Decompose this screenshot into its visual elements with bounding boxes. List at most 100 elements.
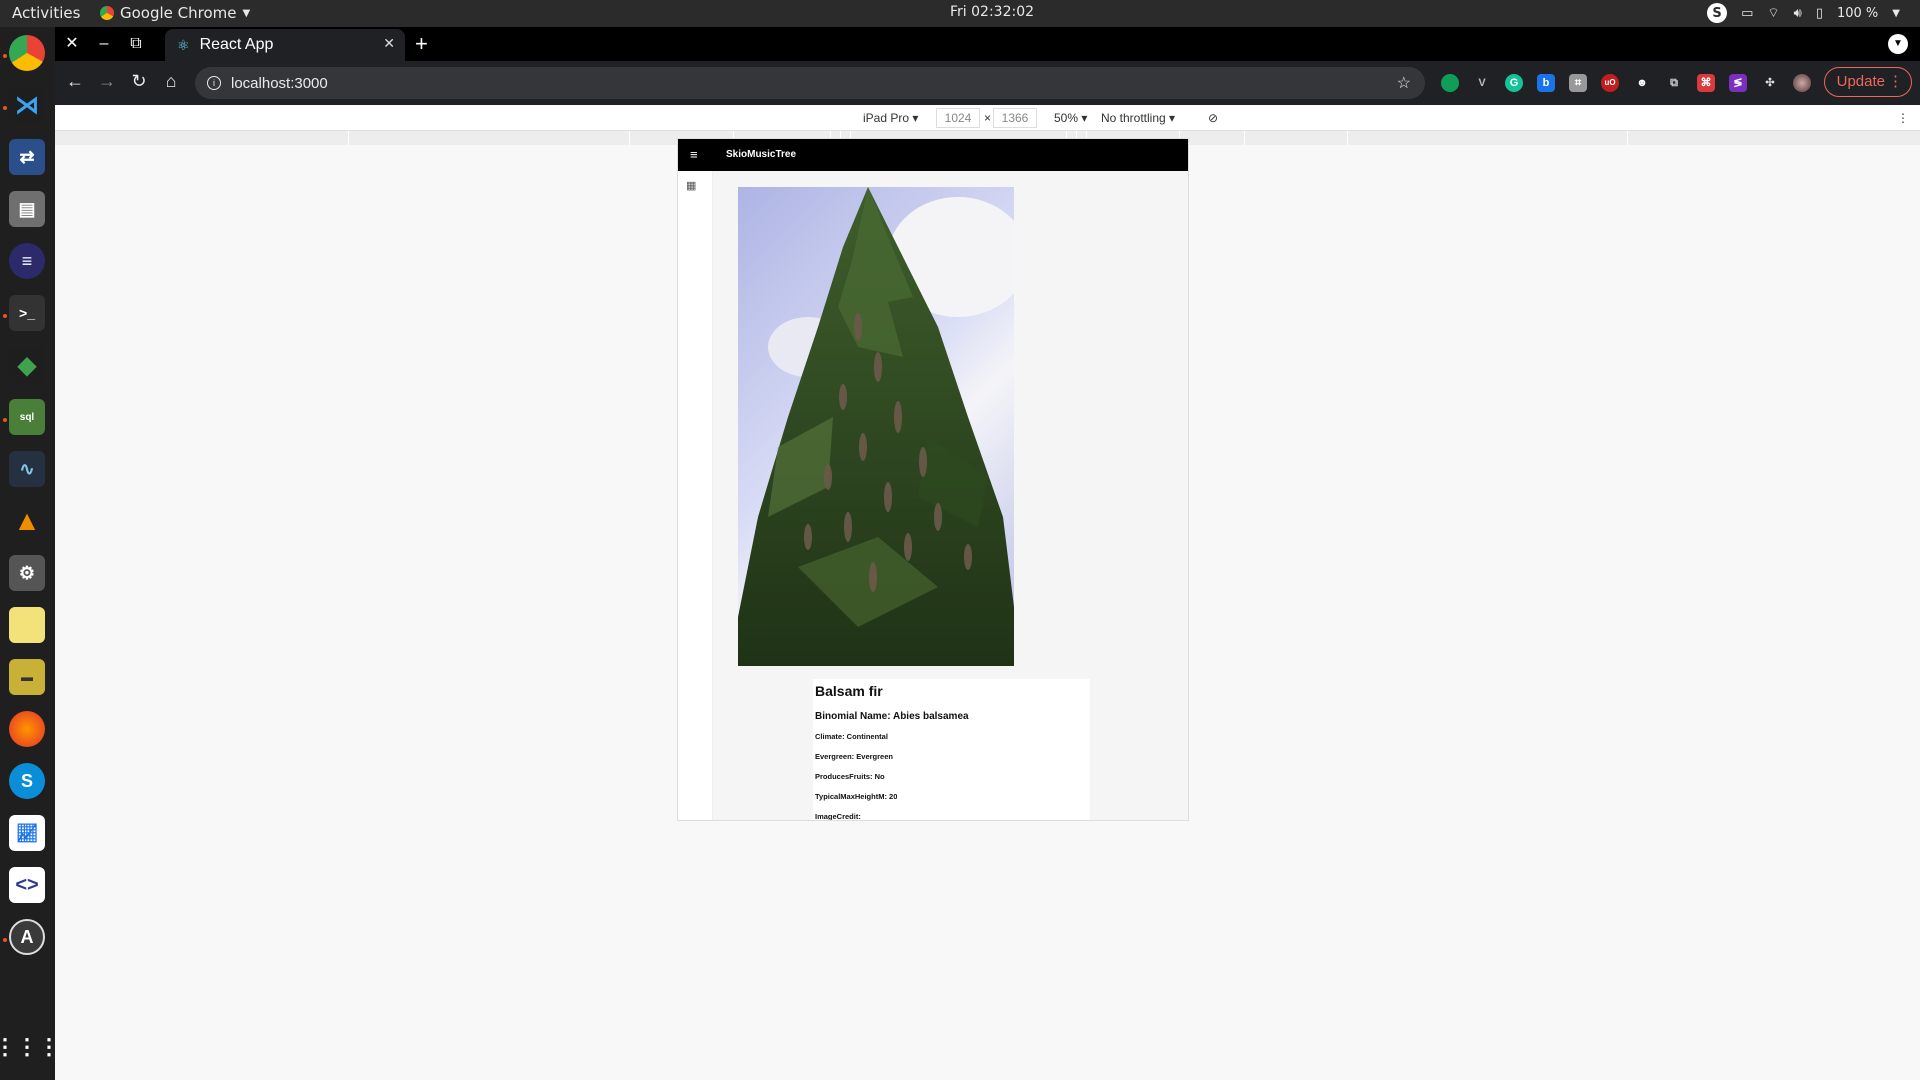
- new-tab-button[interactable]: +: [415, 31, 428, 57]
- settings-launcher-icon[interactable]: ⚙: [9, 555, 45, 591]
- width-input[interactable]: 1024: [936, 108, 980, 128]
- dimension-x-icon: ×: [984, 111, 992, 125]
- tree-produces-fruits: ProducesFruits: No: [815, 772, 885, 781]
- software-updater-launcher-icon[interactable]: A: [9, 919, 45, 955]
- tree-max-height: TypicalMaxHeightM: 20: [815, 792, 898, 801]
- dashboard-icon[interactable]: ▦: [686, 179, 696, 192]
- terminal-launcher-icon[interactable]: >_: [9, 295, 45, 331]
- profile-avatar[interactable]: [1793, 74, 1811, 92]
- zoom-label: 50%: [1054, 111, 1079, 125]
- files-launcher-icon[interactable]: ▤: [9, 191, 45, 227]
- grammarly-icon[interactable]: G: [1505, 74, 1523, 92]
- device-select[interactable]: iPad Pro ▾: [863, 111, 918, 125]
- ruler-segment: [348, 131, 349, 145]
- more-options-icon[interactable]: ⋮: [1897, 111, 1909, 125]
- device-viewport: ≡ SkioMusicTree ▦ Balsam fir Binomial Na…: [677, 138, 1189, 821]
- react-favicon-icon: ⚛: [177, 36, 190, 53]
- tab-strip: ✕ – ⧉ ⚛ React App ✕ + ▼: [55, 27, 1920, 61]
- tab-react-app[interactable]: ⚛ React App ✕: [165, 29, 405, 61]
- update-button[interactable]: Update ⋮: [1823, 67, 1912, 97]
- eclipse-launcher-icon[interactable]: ≡: [9, 243, 45, 279]
- tree-evergreen: Evergreen: Evergreen: [815, 752, 893, 761]
- extension-vue-icon[interactable]: V: [1473, 74, 1491, 92]
- volume-icon: 🔊︎: [1793, 5, 1802, 21]
- extension-reddit-icon[interactable]: ☻: [1633, 74, 1651, 92]
- address-bar[interactable]: i localhost:3000 ☆: [195, 67, 1425, 99]
- extension-blue-icon[interactable]: b: [1537, 74, 1555, 92]
- network-tool-launcher-icon[interactable]: ⇄: [9, 139, 45, 175]
- running-indicator: [3, 54, 7, 58]
- side-drawer: ▦: [678, 171, 713, 820]
- tab-search-icon[interactable]: ▼: [1888, 34, 1908, 54]
- chevron-down-icon: ▼: [242, 7, 251, 19]
- app-grid-icon[interactable]: ⋮⋮⋮: [0, 1029, 60, 1065]
- back-icon[interactable]: ←: [63, 71, 87, 92]
- system-tray[interactable]: S ▭ ⌔ 🔊︎ ▯ 100 % ▼: [1707, 3, 1900, 23]
- zoom-select[interactable]: 50% ▾: [1054, 111, 1087, 125]
- tree-info-card: Balsam fir Binomial Name: Abies balsamea…: [813, 679, 1090, 821]
- extension-grey-icon[interactable]: ⌗: [1569, 74, 1587, 92]
- app-menu[interactable]: Google Chrome ▼: [100, 4, 250, 22]
- device-label: iPad Pro: [863, 111, 910, 125]
- system-top-bar: Activities Google Chrome ▼ Fri 02:32:02 …: [0, 0, 1920, 27]
- extension-purple-icon[interactable]: ≶: [1729, 74, 1747, 92]
- home-icon[interactable]: ⌂: [159, 71, 183, 92]
- chevron-down-icon: ▼: [1892, 7, 1900, 19]
- firefox-launcher-icon[interactable]: [9, 711, 45, 747]
- skype-tray-icon[interactable]: S: [1707, 3, 1728, 23]
- notes-launcher-icon[interactable]: [9, 607, 45, 643]
- running-indicator: [3, 938, 7, 942]
- app-title: SkioMusicTree: [726, 149, 797, 160]
- extension-green-icon[interactable]: [1441, 74, 1459, 92]
- forward-icon[interactable]: →: [95, 71, 119, 92]
- site-info-icon[interactable]: i: [207, 76, 221, 90]
- update-label: Update: [1836, 73, 1885, 90]
- mongodb-launcher-icon[interactable]: ◆: [9, 347, 45, 383]
- ruler-segment: [1347, 131, 1348, 145]
- sqlite-launcher-icon[interactable]: sql: [9, 399, 45, 435]
- extension-red-icon[interactable]: ⌘: [1697, 74, 1715, 92]
- skype-launcher-icon[interactable]: S: [9, 763, 45, 799]
- close-window-icon[interactable]: ✕: [61, 33, 83, 55]
- reload-icon[interactable]: ↻: [127, 71, 151, 92]
- running-indicator: [3, 418, 7, 422]
- hamburger-menu-icon[interactable]: ≡: [690, 147, 698, 162]
- system-monitor-launcher-icon[interactable]: ∿: [9, 451, 45, 487]
- extensions-puzzle-icon[interactable]: ✣: [1761, 74, 1779, 92]
- throttling-select[interactable]: No throttling ▾: [1101, 111, 1175, 125]
- activities-button[interactable]: Activities: [12, 4, 80, 22]
- ruler-launcher-icon[interactable]: ▬: [9, 659, 45, 695]
- chrome-launcher-icon[interactable]: [9, 35, 45, 71]
- running-indicator: [3, 314, 7, 318]
- app-menu-label: Google Chrome: [120, 4, 237, 22]
- battery-percent: 100 %: [1836, 5, 1879, 21]
- code-editor-launcher-icon[interactable]: <>: [9, 867, 45, 903]
- minimize-window-icon[interactable]: –: [93, 33, 115, 55]
- bookmark-star-icon[interactable]: ☆: [1397, 73, 1411, 93]
- wifi-icon: ⌔: [1767, 6, 1780, 21]
- dock: ⋊ ⇄ ▤ ≡ >_ ◆ sql ∿ ▲ ⚙ ▬ S 📈︎ <> A ⋮⋮⋮: [0, 27, 60, 1080]
- chrome-icon: [100, 6, 114, 20]
- clock[interactable]: Fri 02:32:02: [950, 4, 1034, 20]
- restore-window-icon[interactable]: ⧉: [125, 33, 147, 55]
- tab-title: React App: [199, 36, 274, 53]
- chart-app-launcher-icon[interactable]: 📈︎: [9, 815, 45, 851]
- menu-dots-icon: ⋮: [1888, 73, 1903, 90]
- extension-cube-icon[interactable]: ⧉: [1665, 74, 1683, 92]
- tree-photo-illustration: [738, 187, 1014, 666]
- drive-icon: ▭: [1741, 5, 1754, 21]
- browser-toolbar: ← → ↻ ⌂ i localhost:3000 ☆ V G b ⌗ uO ☻ …: [55, 61, 1920, 105]
- battery-icon: ▯: [1815, 5, 1823, 21]
- vscode-launcher-icon[interactable]: ⋊: [9, 87, 45, 123]
- app-bar: ≡ SkioMusicTree: [678, 139, 1188, 171]
- ublock-icon[interactable]: uO: [1601, 74, 1619, 92]
- rotate-icon[interactable]: ⊘: [1208, 111, 1218, 125]
- tree-image: [738, 187, 1014, 666]
- tab-close-icon[interactable]: ✕: [383, 35, 395, 52]
- vlc-launcher-icon[interactable]: ▲: [9, 503, 45, 539]
- tree-climate: Climate: Continental: [815, 732, 888, 741]
- height-input[interactable]: 1366: [993, 108, 1037, 128]
- ruler-segment: [1627, 131, 1628, 145]
- ruler-segment: [629, 131, 630, 145]
- tree-image-credit: ImageCredit:: [815, 812, 861, 821]
